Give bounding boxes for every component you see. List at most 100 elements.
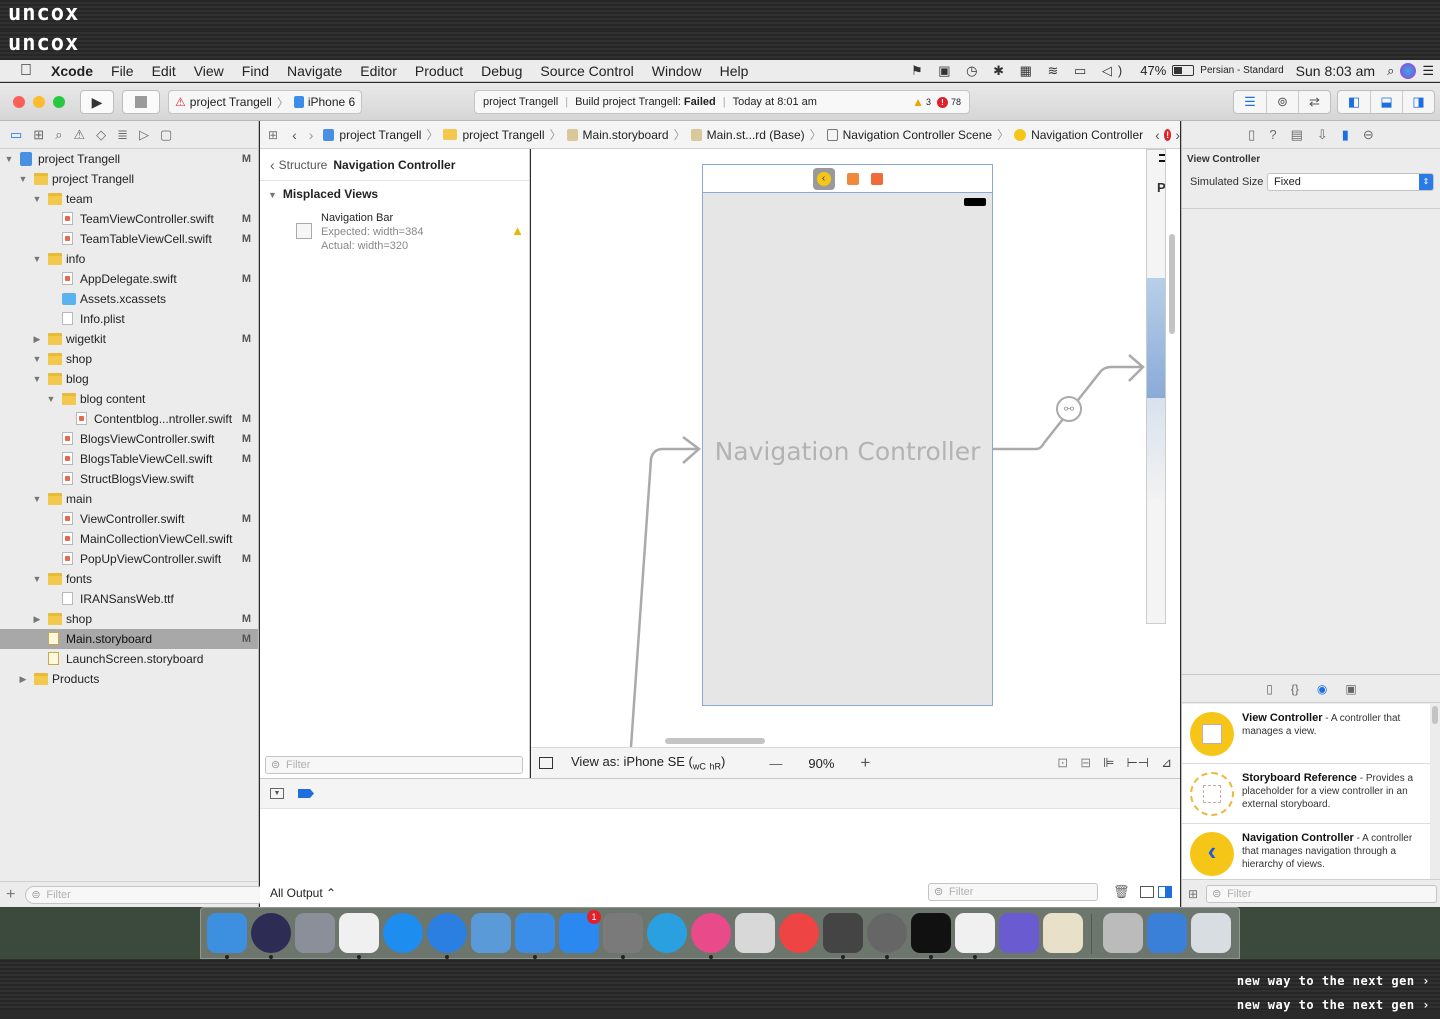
tree-row-iransansweb-ttf[interactable]: IRANSansWeb.ttf bbox=[0, 589, 258, 609]
java-icon[interactable] bbox=[339, 913, 379, 953]
zoom-level[interactable]: 90% bbox=[808, 756, 834, 771]
segue-icon[interactable]: ⚯ bbox=[1056, 396, 1082, 422]
vertical-scrollbar[interactable] bbox=[1169, 234, 1175, 334]
tree-row-info[interactable]: ▼ info bbox=[0, 249, 258, 269]
outline-filter-input[interactable]: Filter bbox=[265, 756, 523, 774]
add-icon[interactable]: + bbox=[6, 886, 15, 904]
sequel-pro-icon[interactable] bbox=[867, 913, 907, 953]
back-icon[interactable]: ‹ bbox=[286, 127, 303, 143]
file-inspector-icon[interactable]: ▯ bbox=[1248, 127, 1255, 143]
resolve-issues-icon[interactable]: ⊿ bbox=[1161, 755, 1172, 771]
search-icon[interactable]: ⌕ bbox=[55, 127, 62, 143]
input-source-menu[interactable]: Persian - Standard bbox=[1194, 65, 1289, 76]
tree-row-assets-xcassets[interactable]: Assets.xcassets bbox=[0, 289, 258, 309]
apple-menu-icon[interactable]:  bbox=[0, 62, 42, 80]
tree-row-info-plist[interactable]: Info.plist bbox=[0, 309, 258, 329]
safari-icon[interactable] bbox=[427, 913, 467, 953]
terminal-icon[interactable] bbox=[911, 913, 951, 953]
system-preferences-icon[interactable] bbox=[603, 913, 643, 953]
breakpoint-icon[interactable]: ▷ bbox=[139, 127, 149, 143]
embed-in-stack-icon[interactable]: ⊟ bbox=[1080, 755, 1091, 771]
tree-row-popupviewcontroller-swift[interactable]: PopUpViewController.swift M bbox=[0, 549, 258, 569]
navigator-toggle-icon[interactable]: ◧ bbox=[1338, 91, 1370, 113]
siri-icon[interactable] bbox=[251, 913, 291, 953]
horizontal-scrollbar[interactable] bbox=[665, 738, 765, 744]
tree-row-products[interactable]: ▶ Products bbox=[0, 669, 258, 689]
chrome-icon[interactable] bbox=[779, 913, 819, 953]
tree-row-project-trangell[interactable]: ▼ project Trangell M bbox=[0, 149, 258, 169]
tree-row-blogstableviewcell-swift[interactable]: BlogsTableViewCell.swift M bbox=[0, 449, 258, 469]
view-as-button[interactable]: View as: iPhone SE (wC hR) bbox=[571, 754, 725, 772]
sublime-text-icon[interactable] bbox=[823, 913, 863, 953]
breadcrumb-item[interactable]: Main.st...rd (Base) bbox=[690, 128, 805, 142]
tree-row-teamtableviewcell-swift[interactable]: TeamTableViewCell.swift M bbox=[0, 229, 258, 249]
disclosure-closed-icon[interactable]: ▶ bbox=[18, 669, 28, 689]
breakpoints-toggle-icon[interactable] bbox=[298, 789, 314, 798]
zoom-window-button[interactable] bbox=[53, 96, 65, 108]
connections-inspector-icon[interactable]: ⊖ bbox=[1363, 127, 1374, 143]
tree-row-main[interactable]: ▼ main bbox=[0, 489, 258, 509]
menu-source-control[interactable]: Source Control bbox=[531, 63, 642, 79]
grid-view-icon[interactable]: ⊞ bbox=[1188, 887, 1198, 901]
clear-console-icon[interactable]: 🗑 bbox=[1113, 884, 1130, 900]
test-icon[interactable]: ◇ bbox=[96, 127, 106, 143]
zoom-in-button[interactable]: + bbox=[860, 753, 870, 773]
media-library-icon[interactable]: ▣ bbox=[1345, 682, 1356, 696]
issue-counts[interactable]: ▲ 3 ! 78 bbox=[912, 95, 961, 109]
siri-menu-icon[interactable] bbox=[1400, 62, 1417, 79]
breadcrumb-item[interactable]: Navigation Controller Scene bbox=[826, 128, 992, 142]
quick-help-icon[interactable]: ? bbox=[1269, 127, 1276, 142]
symbol-icon[interactable]: ⊞ bbox=[33, 127, 44, 143]
library-scrollbar[interactable] bbox=[1432, 706, 1438, 724]
menu-edit[interactable]: Edit bbox=[143, 63, 185, 79]
tree-row-fonts[interactable]: ▼ fonts bbox=[0, 569, 258, 589]
file-template-library-icon[interactable]: ▯ bbox=[1266, 682, 1273, 696]
tree-row-shop[interactable]: ▶ shop M bbox=[0, 609, 258, 629]
console-view-icon[interactable] bbox=[1158, 886, 1172, 898]
disclosure-open-icon[interactable]: ▼ bbox=[32, 369, 42, 389]
disclosure-closed-icon[interactable]: ▶ bbox=[32, 329, 42, 349]
breadcrumb-item[interactable]: Navigation Controller bbox=[1014, 128, 1143, 142]
outline-toggle-icon[interactable] bbox=[539, 757, 553, 769]
disclosure-open-icon[interactable]: ▼ bbox=[32, 189, 42, 209]
tree-row-main-storyboard[interactable]: Main.storyboard M bbox=[0, 629, 258, 649]
activity-viewer[interactable]: project Trangell | Build project Trangel… bbox=[474, 90, 970, 114]
size-inspector-icon[interactable]: ▮ bbox=[1342, 127, 1349, 143]
scheme-selector[interactable]: ⚠ project Trangell 〉 iPhone 6 bbox=[168, 90, 362, 114]
clock[interactable]: Sun 8:03 am bbox=[1290, 63, 1381, 79]
issue-error-icon[interactable]: ! bbox=[1163, 128, 1172, 141]
menu-window[interactable]: Window bbox=[643, 63, 711, 79]
run-button[interactable]: ▶ bbox=[80, 90, 114, 114]
utilities-toggle-icon[interactable]: ◨ bbox=[1402, 91, 1434, 113]
tree-row-team[interactable]: ▼ team bbox=[0, 189, 258, 209]
disclosure-open-icon[interactable]: ▼ bbox=[32, 489, 42, 509]
tree-row-contentblog-ntroller-swift[interactable]: Contentblog...ntroller.swift M bbox=[0, 409, 258, 429]
first-responder-icon[interactable] bbox=[846, 172, 859, 185]
back-chevron-icon[interactable]: ‹ bbox=[270, 157, 275, 173]
attributes-inspector-icon[interactable]: ⇩ bbox=[1317, 127, 1328, 143]
notification-center-icon[interactable]: ☰ bbox=[1416, 63, 1440, 79]
library-item[interactable]: Storyboard Reference - Provides a placeh… bbox=[1182, 764, 1430, 824]
code-snippet-library-icon[interactable]: {} bbox=[1291, 682, 1299, 696]
identity-inspector-icon[interactable]: ▤ bbox=[1291, 127, 1303, 143]
minimize-window-button[interactable] bbox=[33, 96, 45, 108]
tree-row-maincollectionviewcell-swift[interactable]: MainCollectionViewCell.swift bbox=[0, 529, 258, 549]
trash-icon[interactable] bbox=[1191, 913, 1231, 953]
breadcrumb-item[interactable]: project Trangell bbox=[443, 128, 545, 142]
tree-row-blogsviewcontroller-swift[interactable]: BlogsViewController.swift M bbox=[0, 429, 258, 449]
forward-icon[interactable]: › bbox=[303, 127, 324, 143]
menu-navigate[interactable]: Navigate bbox=[278, 63, 351, 79]
library-filter-input[interactable]: Filter bbox=[1206, 884, 1437, 903]
downloads-icon[interactable] bbox=[1147, 913, 1187, 953]
folder-icon[interactable]: ▭ bbox=[10, 127, 22, 143]
tree-row-wigetkit[interactable]: ▶ wigetkit M bbox=[0, 329, 258, 349]
navigator-filter-input[interactable]: Filter bbox=[25, 885, 267, 904]
exit-icon[interactable] bbox=[870, 172, 883, 185]
related-items-icon[interactable]: ⊞ bbox=[260, 128, 286, 142]
screenshot-icon[interactable] bbox=[1103, 913, 1143, 953]
debug-filter-input[interactable]: Filter bbox=[928, 883, 1098, 901]
assistant-editor-icon[interactable]: ⊚ bbox=[1266, 91, 1298, 113]
disclosure-open-icon[interactable]: ▼ bbox=[32, 349, 42, 369]
close-window-button[interactable] bbox=[13, 96, 25, 108]
xcode-icon[interactable] bbox=[515, 913, 555, 953]
